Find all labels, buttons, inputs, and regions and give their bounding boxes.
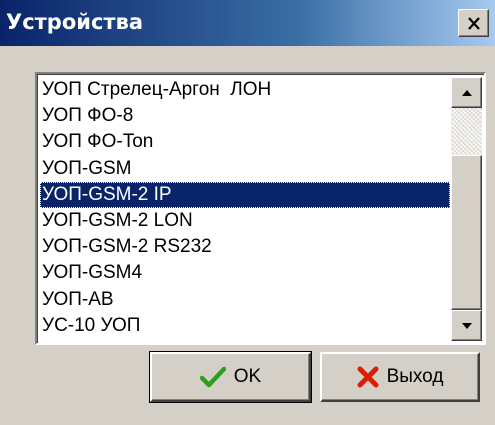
exit-button[interactable]: Выход: [320, 352, 480, 402]
vertical-scrollbar[interactable]: [451, 77, 482, 341]
ok-button[interactable]: OK: [149, 351, 312, 403]
title-bar[interactable]: Устройства: [0, 0, 495, 46]
scroll-up-button[interactable]: [451, 77, 482, 108]
close-icon: [467, 16, 480, 30]
list-item[interactable]: УОП Стрелец-Аргон ЛОН: [40, 77, 450, 103]
list-item[interactable]: УОП-GSM: [40, 156, 450, 182]
arrow-down-icon: [461, 322, 472, 329]
red-x-icon: [357, 366, 379, 388]
list-item[interactable]: УОП-АВ: [40, 287, 450, 313]
scroll-down-button[interactable]: [451, 310, 482, 341]
list-item[interactable]: УОП ФО-Ton: [40, 129, 450, 155]
close-button[interactable]: [458, 9, 489, 37]
window-title: Устройства: [6, 10, 144, 34]
arrow-up-icon: [461, 89, 472, 96]
scroll-thumb[interactable]: [451, 155, 482, 310]
device-list[interactable]: УОП Стрелец-Аргон ЛОН УОП ФО-8 УОП ФО-Ton У…: [40, 77, 450, 340]
list-item[interactable]: УОП-GSM4: [40, 260, 450, 286]
list-item-selected[interactable]: УОП-GSM-2 IP: [40, 181, 450, 208]
exit-button-label: Выход: [386, 366, 444, 387]
devices-dialog: Устройства УОП Стрелец-Аргон ЛОН УОП ФО-8…: [0, 0, 495, 425]
list-item[interactable]: УОП ФО-8: [40, 103, 450, 129]
list-item[interactable]: УОП-GSM-2 RS232: [40, 234, 450, 260]
device-listbox[interactable]: УОП Стрелец-Аргон ЛОН УОП ФО-8 УОП ФО-Ton У…: [35, 72, 486, 345]
checkmark-icon: [199, 366, 226, 388]
list-item[interactable]: УОП-GSM-2 LON: [40, 208, 450, 234]
list-item[interactable]: УС-10 УОП: [40, 313, 450, 339]
ok-button-label: OK: [233, 366, 262, 387]
